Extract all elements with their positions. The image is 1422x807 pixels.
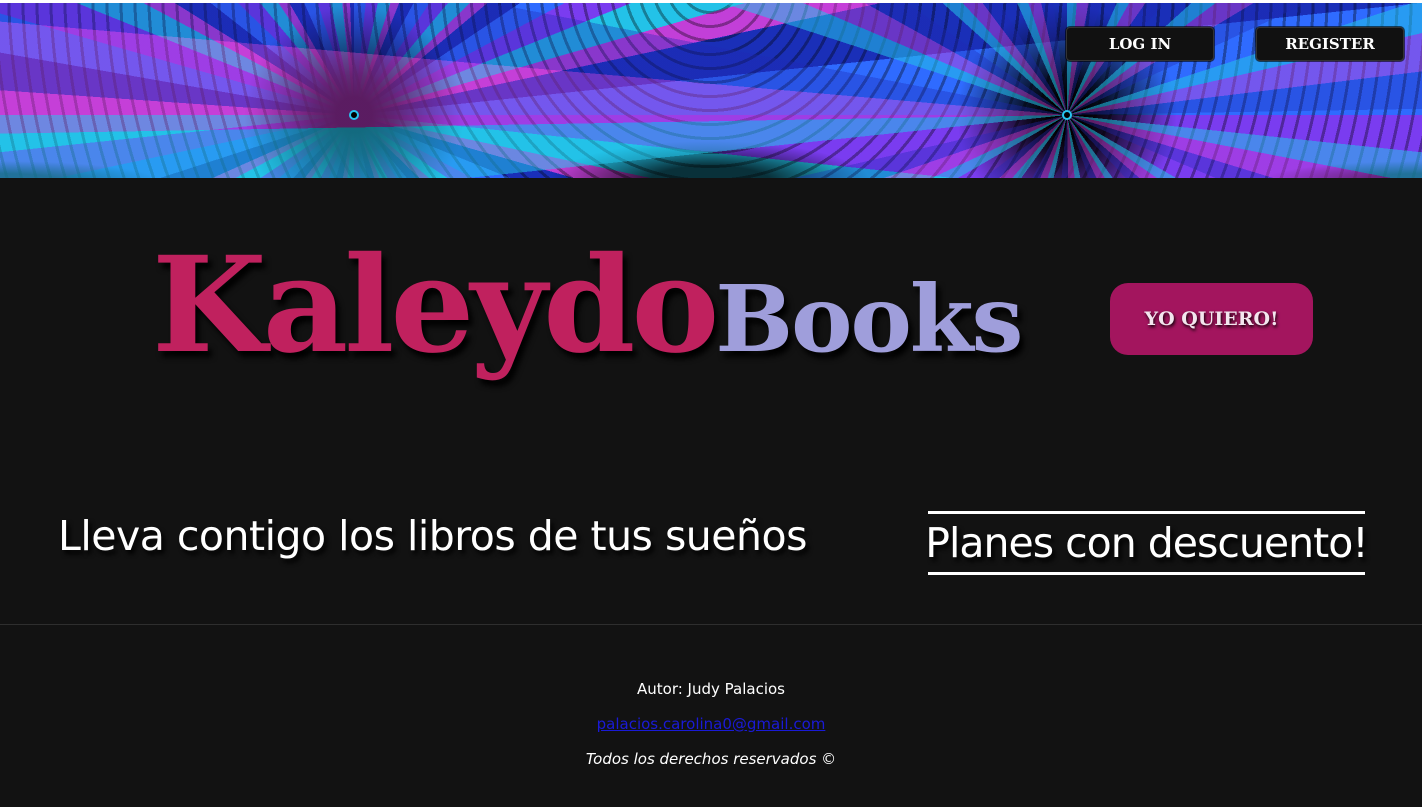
- kaleidoscope-center-right: [1062, 110, 1072, 120]
- login-button[interactable]: LOG IN: [1066, 27, 1214, 61]
- yo-quiero-button[interactable]: YO QUIERO!: [1110, 283, 1313, 355]
- header-banner: LOG IN REGISTER: [0, 0, 1422, 178]
- hero-tagline: Lleva contigo los libros de tus sueños: [58, 512, 807, 560]
- brand-logo-secondary: Books: [715, 265, 1023, 373]
- footer-email-row: palacios.carolina0@gmail.com: [0, 715, 1422, 733]
- page: LOG IN REGISTER Kaleydo Books YO QUIERO!…: [0, 0, 1422, 807]
- brand-logo-primary: Kaleydo: [152, 228, 719, 383]
- footer-divider: [0, 624, 1422, 625]
- kaleidoscope-center-left: [349, 110, 359, 120]
- footer-author: Autor: Judy Palacios: [637, 680, 785, 698]
- plans-discount-link[interactable]: Planes con descuento!: [925, 511, 1369, 575]
- register-button[interactable]: REGISTER: [1256, 27, 1404, 61]
- brand-logo: Kaleydo Books: [152, 228, 1023, 383]
- footer-email-link[interactable]: palacios.carolina0@gmail.com: [597, 715, 826, 733]
- footer-copyright: Todos los derechos reservados ©: [585, 750, 837, 768]
